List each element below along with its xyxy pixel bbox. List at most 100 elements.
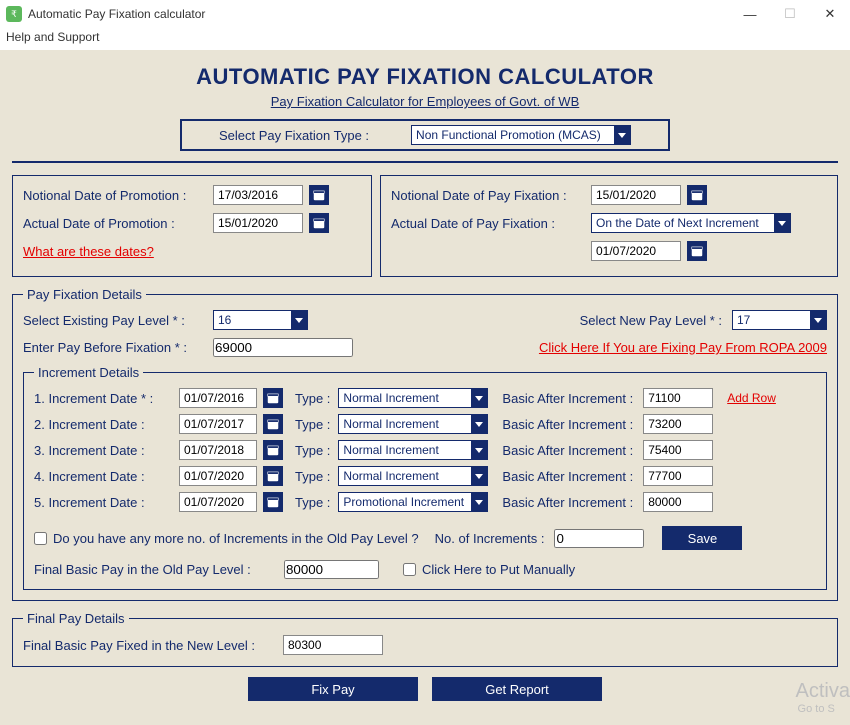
chevron-down-icon xyxy=(291,311,307,329)
notional-fixation-input[interactable] xyxy=(591,185,681,205)
increment-date-input[interactable] xyxy=(179,492,257,512)
what-are-dates-link[interactable]: What are these dates? xyxy=(23,244,154,259)
chevron-down-icon xyxy=(471,389,487,407)
actual-fixation-label: Actual Date of Pay Fixation : xyxy=(391,216,591,231)
existing-level-select[interactable]: 16 xyxy=(213,310,308,330)
calendar-icon[interactable] xyxy=(309,185,329,205)
increment-row: 5. Increment Date : Type : Promotional Inc… xyxy=(34,492,816,512)
final-old-pay-input[interactable] xyxy=(284,560,379,579)
increment-date-input[interactable] xyxy=(179,414,257,434)
num-increments-input[interactable] xyxy=(554,529,644,548)
next-increment-date-input[interactable] xyxy=(591,241,681,261)
divider xyxy=(12,161,838,163)
calendar-icon[interactable] xyxy=(687,185,707,205)
fixation-type-select[interactable]: Non Functional Promotion (MCAS) xyxy=(411,125,631,145)
final-old-pay-label: Final Basic Pay in the Old Pay Level : xyxy=(34,562,284,577)
increment-type-select[interactable]: Normal Increment xyxy=(338,414,488,434)
increment-type-value: Promotional Increment xyxy=(343,495,464,509)
add-row-link[interactable]: Add Row xyxy=(727,391,776,405)
increment-date-input[interactable] xyxy=(179,440,257,460)
increment-type-select[interactable]: Normal Increment xyxy=(338,388,488,408)
final-pay-details: Final Pay Details Final Basic Pay Fixed … xyxy=(12,611,838,667)
basic-after-increment-label: Basic After Increment : xyxy=(502,391,633,406)
increment-index-label: 2. Increment Date : xyxy=(34,417,179,432)
more-increments-label: Do you have any more no. of Increments i… xyxy=(53,531,419,546)
chevron-down-icon xyxy=(810,311,826,329)
chevron-down-icon xyxy=(471,415,487,433)
actual-fixation-select[interactable]: On the Date of Next Increment xyxy=(591,213,791,233)
close-button[interactable]: ✕ xyxy=(810,0,850,28)
menu-help[interactable]: Help and Support xyxy=(6,30,99,44)
manual-checkbox[interactable] xyxy=(403,563,416,576)
increment-type-value: Normal Increment xyxy=(343,417,438,431)
final-pay-legend: Final Pay Details xyxy=(23,611,129,626)
final-pay-label: Final Basic Pay Fixed in the New Level : xyxy=(23,638,283,653)
notional-date-label: Notional Date of Promotion : xyxy=(23,188,213,203)
increment-type-select[interactable]: Normal Increment xyxy=(338,466,488,486)
increment-row: 3. Increment Date : Type : Normal Incremen… xyxy=(34,440,816,460)
more-increments-checkbox[interactable] xyxy=(34,532,47,545)
chevron-down-icon xyxy=(774,214,790,232)
actual-date-label: Actual Date of Promotion : xyxy=(23,216,213,231)
watermark: Activa Go to S xyxy=(796,680,850,715)
increment-type-select[interactable]: Normal Increment xyxy=(338,440,488,460)
actual-date-input[interactable] xyxy=(213,213,303,233)
num-increments-label: No. of Increments : xyxy=(435,531,545,546)
increment-index-label: 5. Increment Date : xyxy=(34,495,179,510)
maximize-button[interactable]: ☐ xyxy=(770,0,810,28)
ropa-link[interactable]: Click Here If You are Fixing Pay From RO… xyxy=(539,340,827,355)
new-level-select[interactable]: 17 xyxy=(732,310,827,330)
minimize-button[interactable]: — xyxy=(730,0,770,28)
increment-row: 1. Increment Date * : Type : Normal Increm… xyxy=(34,388,816,408)
basic-after-increment-input[interactable] xyxy=(643,440,713,460)
increment-legend: Increment Details xyxy=(34,365,143,380)
basic-after-increment-label: Basic After Increment : xyxy=(502,417,633,432)
titlebar: ₹ Automatic Pay Fixation calculator — ☐ … xyxy=(0,0,850,28)
basic-after-increment-input[interactable] xyxy=(643,414,713,434)
page-subtitle: Pay Fixation Calculator for Employees of… xyxy=(12,94,838,109)
save-button[interactable]: Save xyxy=(662,526,742,550)
content-area: AUTOMATIC PAY FIXATION CALCULATOR Pay Fi… xyxy=(0,50,850,725)
calendar-icon[interactable] xyxy=(309,213,329,233)
final-pay-input[interactable] xyxy=(283,635,383,655)
notional-date-input[interactable] xyxy=(213,185,303,205)
calendar-icon[interactable] xyxy=(263,388,283,408)
type-label: Type : xyxy=(295,443,330,458)
increment-type-value: Normal Increment xyxy=(343,391,438,405)
calendar-icon[interactable] xyxy=(687,241,707,261)
calendar-icon[interactable] xyxy=(263,492,283,512)
increment-row: 4. Increment Date :Type :Normal Incremen… xyxy=(34,466,816,486)
promotion-dates-panel: Notional Date of Promotion : Actual Date… xyxy=(12,175,372,277)
calendar-icon[interactable] xyxy=(263,414,283,434)
calendar-icon[interactable] xyxy=(263,466,283,486)
increment-index-label: 3. Increment Date : xyxy=(34,443,179,458)
increment-type-select[interactable]: Promotional Increment xyxy=(338,492,488,512)
actual-fixation-value: On the Date of Next Increment xyxy=(596,216,759,230)
increment-date-input[interactable] xyxy=(179,466,257,486)
type-label: Type : xyxy=(295,417,330,432)
chevron-down-icon xyxy=(471,441,487,459)
increment-date-input[interactable] xyxy=(179,388,257,408)
fixation-dates-panel: Notional Date of Pay Fixation : Actual D… xyxy=(380,175,838,277)
notional-fixation-label: Notional Date of Pay Fixation : xyxy=(391,188,591,203)
manual-label: Click Here to Put Manually xyxy=(422,562,575,577)
fixation-type-label: Select Pay Fixation Type : xyxy=(219,128,369,143)
get-report-button[interactable]: Get Report xyxy=(432,677,602,701)
chevron-down-icon xyxy=(471,493,487,511)
pay-fixation-legend: Pay Fixation Details xyxy=(23,287,146,302)
basic-after-increment-label: Basic After Increment : xyxy=(502,443,633,458)
type-label: Type : xyxy=(295,391,330,406)
type-label: Type : xyxy=(295,495,330,510)
increment-index-label: 1. Increment Date * : xyxy=(34,391,179,406)
basic-after-increment-input[interactable] xyxy=(643,466,713,486)
increment-row: 2. Increment Date : Type : Normal Incremen… xyxy=(34,414,816,434)
basic-after-increment-input[interactable] xyxy=(643,388,713,408)
calendar-icon[interactable] xyxy=(263,440,283,460)
fixation-type-row: Select Pay Fixation Type : Non Functiona… xyxy=(180,119,670,151)
pay-before-input[interactable] xyxy=(213,338,353,357)
fix-pay-button[interactable]: Fix Pay xyxy=(248,677,418,701)
type-label: Type : xyxy=(295,469,330,484)
basic-after-increment-input[interactable] xyxy=(643,492,713,512)
fixation-type-value: Non Functional Promotion (MCAS) xyxy=(416,128,601,142)
increment-details: Increment Details 1. Increment Date * : T… xyxy=(23,365,827,590)
